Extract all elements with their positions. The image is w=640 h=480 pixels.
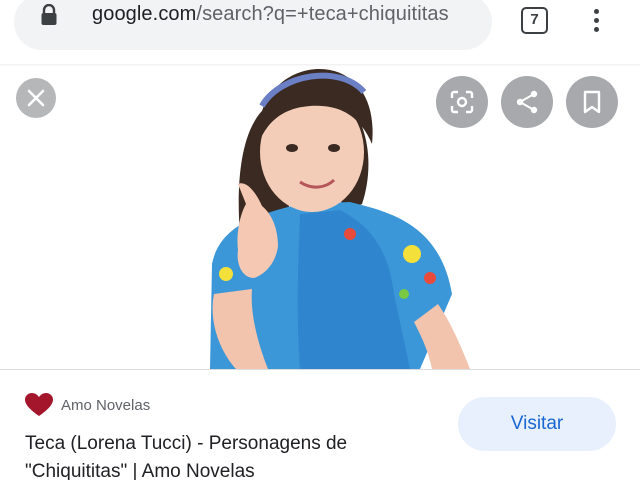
divider: [0, 369, 640, 370]
source-row[interactable]: Amo Novelas: [25, 392, 150, 418]
more-options-icon[interactable]: [586, 6, 606, 36]
tab-switcher-button[interactable]: 7: [521, 7, 548, 34]
close-icon: [27, 89, 45, 107]
url-path: /search?q=+teca+chiquititas: [196, 3, 449, 25]
close-button[interactable]: [16, 78, 56, 118]
bookmark-icon: [583, 90, 601, 114]
result-title-line1: Teca (Lorena Tucci) - Personagens de: [25, 433, 348, 454]
browser-toolbar: google.com/search?q=+teca+chiquititas 7: [0, 0, 640, 64]
heart-icon: [25, 393, 53, 416]
bookmark-button[interactable]: [566, 76, 618, 128]
result-title-line2: "Chiquititas" | Amo Novelas: [25, 461, 255, 480]
lock-icon: [41, 4, 57, 25]
url-domain: google.com: [92, 3, 197, 25]
address-bar[interactable]: google.com/search?q=+teca+chiquititas: [14, 0, 492, 50]
url-text[interactable]: google.com/search?q=+teca+chiquititas: [92, 3, 449, 26]
source-name: Amo Novelas: [61, 396, 151, 414]
lens-button[interactable]: [436, 76, 488, 128]
image-viewer: [0, 64, 640, 369]
share-button[interactable]: [501, 76, 553, 128]
share-icon: [516, 90, 538, 114]
visit-button[interactable]: Visitar: [458, 397, 616, 451]
result-title[interactable]: Teca (Lorena Tucci) - Personagens de "Ch…: [25, 430, 445, 480]
lens-icon: [450, 90, 474, 114]
